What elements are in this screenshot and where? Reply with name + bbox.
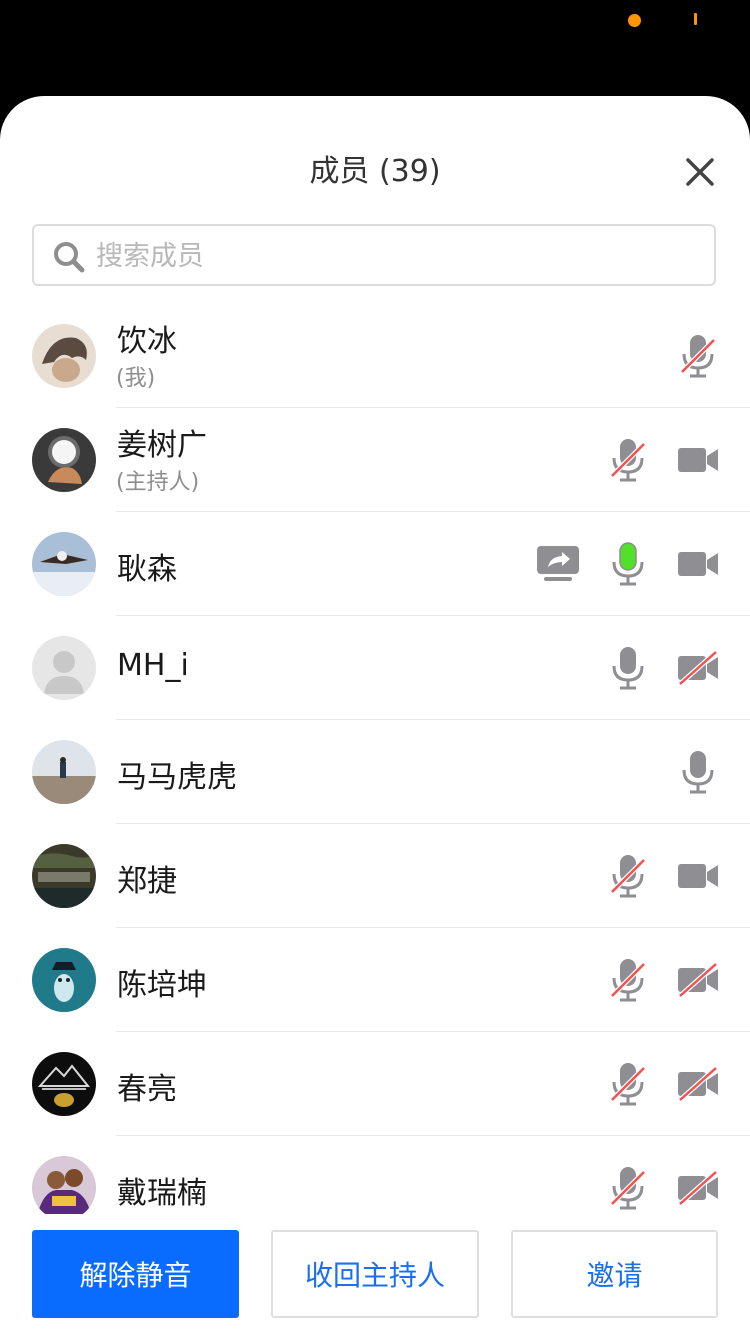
member-name: 陈培坤: [117, 968, 207, 1003]
member-row[interactable]: 郑捷: [0, 824, 750, 928]
unmute-all-button[interactable]: 解除静音: [32, 1230, 239, 1318]
reclaim-host-button[interactable]: 收回主持人: [271, 1230, 479, 1318]
mic-icon[interactable]: [602, 642, 654, 694]
avatar: [32, 636, 96, 700]
mic-icon[interactable]: [672, 746, 724, 798]
member-name: 郑捷: [117, 864, 177, 899]
members-sheet: 成员 (39) 饮冰 (我): [0, 96, 750, 1334]
mic-muted-icon[interactable]: [602, 1162, 654, 1214]
avatar: [32, 844, 96, 908]
search-icon: [52, 240, 86, 274]
mic-muted-icon[interactable]: [602, 954, 654, 1006]
invite-button[interactable]: 邀请: [511, 1230, 718, 1318]
mic-muted-icon[interactable]: [672, 330, 724, 382]
avatar: [32, 428, 96, 492]
page-title: 成员 (39): [309, 154, 441, 189]
camera-icon[interactable]: [672, 434, 724, 486]
member-name: MH_i: [117, 648, 189, 683]
mic-muted-icon[interactable]: [602, 1058, 654, 1110]
camera-off-icon[interactable]: [672, 1058, 724, 1110]
member-row[interactable]: 戴瑞楠: [0, 1136, 750, 1214]
member-role: (主持人): [116, 470, 200, 495]
recording-indicator: [628, 14, 641, 27]
member-row[interactable]: 陈培坤: [0, 928, 750, 1032]
member-row[interactable]: 马马虎虎: [0, 720, 750, 824]
search-box[interactable]: [32, 224, 716, 286]
member-name: 耿森: [117, 552, 177, 587]
avatar: [32, 948, 96, 1012]
mic-speaking-icon[interactable]: [602, 538, 654, 590]
avatar: [32, 1052, 96, 1116]
action-bar: 解除静音 收回主持人 邀请: [0, 1230, 750, 1334]
member-list[interactable]: 饮冰 (我) 姜树广 (主持人) 耿森 MH_i 马马虎虎 郑捷 陈培坤 春亮 …: [0, 304, 750, 1214]
avatar: [32, 740, 96, 804]
search-input[interactable]: [94, 234, 698, 278]
member-row[interactable]: 姜树广 (主持人): [0, 408, 750, 512]
close-icon: [686, 158, 714, 186]
member-role: (我): [116, 366, 156, 391]
member-row[interactable]: MH_i: [0, 616, 750, 720]
mic-muted-icon[interactable]: [602, 850, 654, 902]
camera-off-icon[interactable]: [672, 1162, 724, 1214]
status-bar: [0, 0, 750, 96]
member-name: 马马虎虎: [117, 760, 237, 795]
member-name: 戴瑞楠: [117, 1176, 207, 1211]
avatar: [32, 532, 96, 596]
avatar: [32, 324, 96, 388]
camera-off-icon[interactable]: [672, 954, 724, 1006]
camera-icon[interactable]: [672, 850, 724, 902]
member-name: 饮冰: [117, 324, 177, 359]
camera-off-icon[interactable]: [672, 642, 724, 694]
member-name: 姜树广: [117, 428, 207, 463]
mic-muted-icon[interactable]: [602, 434, 654, 486]
member-name: 春亮: [117, 1072, 177, 1107]
member-row[interactable]: 春亮: [0, 1032, 750, 1136]
close-button[interactable]: [680, 152, 720, 192]
status-indicator: [694, 13, 697, 25]
screen-share-icon[interactable]: [532, 538, 584, 590]
member-row[interactable]: 耿森: [0, 512, 750, 616]
member-row[interactable]: 饮冰 (我): [0, 304, 750, 408]
camera-icon[interactable]: [672, 538, 724, 590]
avatar: [32, 1156, 96, 1214]
